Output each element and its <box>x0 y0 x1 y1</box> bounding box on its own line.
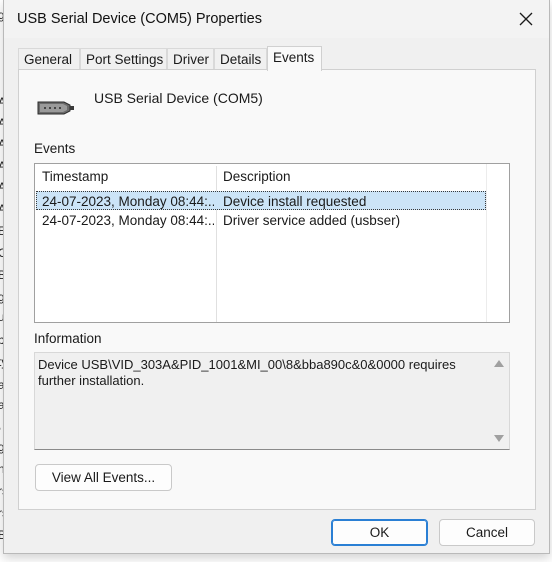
serial-port-icon <box>37 101 74 115</box>
cancel-label: Cancel <box>465 525 509 540</box>
title-bar: USB Serial Device (COM5) Properties <box>4 0 549 38</box>
close-button[interactable] <box>509 4 543 34</box>
information-text: Device USB\VID_303A&PID_1001&MI_00\8&bba… <box>38 357 456 388</box>
tab-driver[interactable]: Driver <box>167 48 214 70</box>
column-divider <box>216 166 217 322</box>
event-description: Driver service added (usbser) <box>223 213 401 228</box>
bg-text: , <box>0 418 1 432</box>
event-row[interactable]: 24-07-2023, Monday 08:44:... Device inst… <box>36 191 486 210</box>
view-all-events-button[interactable]: View All Events... <box>35 464 172 491</box>
column-header-description[interactable]: Description <box>216 164 486 190</box>
tab-general[interactable]: General <box>18 48 80 70</box>
view-all-events-label: View All Events... <box>51 470 156 485</box>
tab-details[interactable]: Details <box>214 48 267 70</box>
scroll-down-arrow-icon[interactable] <box>494 435 504 442</box>
device-name: USB Serial Device (COM5) <box>94 90 263 106</box>
close-icon <box>519 12 533 26</box>
event-description: Device install requested <box>223 194 367 209</box>
event-timestamp: 24-07-2023, Monday 08:44:... <box>42 213 214 228</box>
tab-events[interactable]: Events <box>267 46 322 71</box>
events-scrollbar[interactable] <box>486 164 509 322</box>
information-scrollbar[interactable] <box>489 353 509 449</box>
column-header-timestamp[interactable]: Timestamp <box>35 164 216 190</box>
information-label: Information <box>34 331 102 346</box>
properties-dialog: USB Serial Device (COM5) Properties Gene… <box>3 0 550 554</box>
event-row[interactable]: 24-07-2023, Monday 08:44:... Driver serv… <box>36 211 486 230</box>
events-list[interactable]: Timestamp Description 24-07-2023, Monday… <box>34 163 510 323</box>
window-title: USB Serial Device (COM5) Properties <box>17 11 262 27</box>
tab-port-settings[interactable]: Port Settings <box>80 48 167 70</box>
ok-button[interactable]: OK <box>331 519 428 546</box>
event-timestamp: 24-07-2023, Monday 08:44:... <box>42 194 214 209</box>
information-textbox[interactable]: Device USB\VID_303A&PID_1001&MI_00\8&bba… <box>34 352 510 450</box>
events-label: Events <box>34 141 76 156</box>
cancel-button[interactable]: Cancel <box>439 519 535 546</box>
scroll-up-arrow-icon[interactable] <box>494 360 504 367</box>
ok-label: OK <box>369 525 390 540</box>
